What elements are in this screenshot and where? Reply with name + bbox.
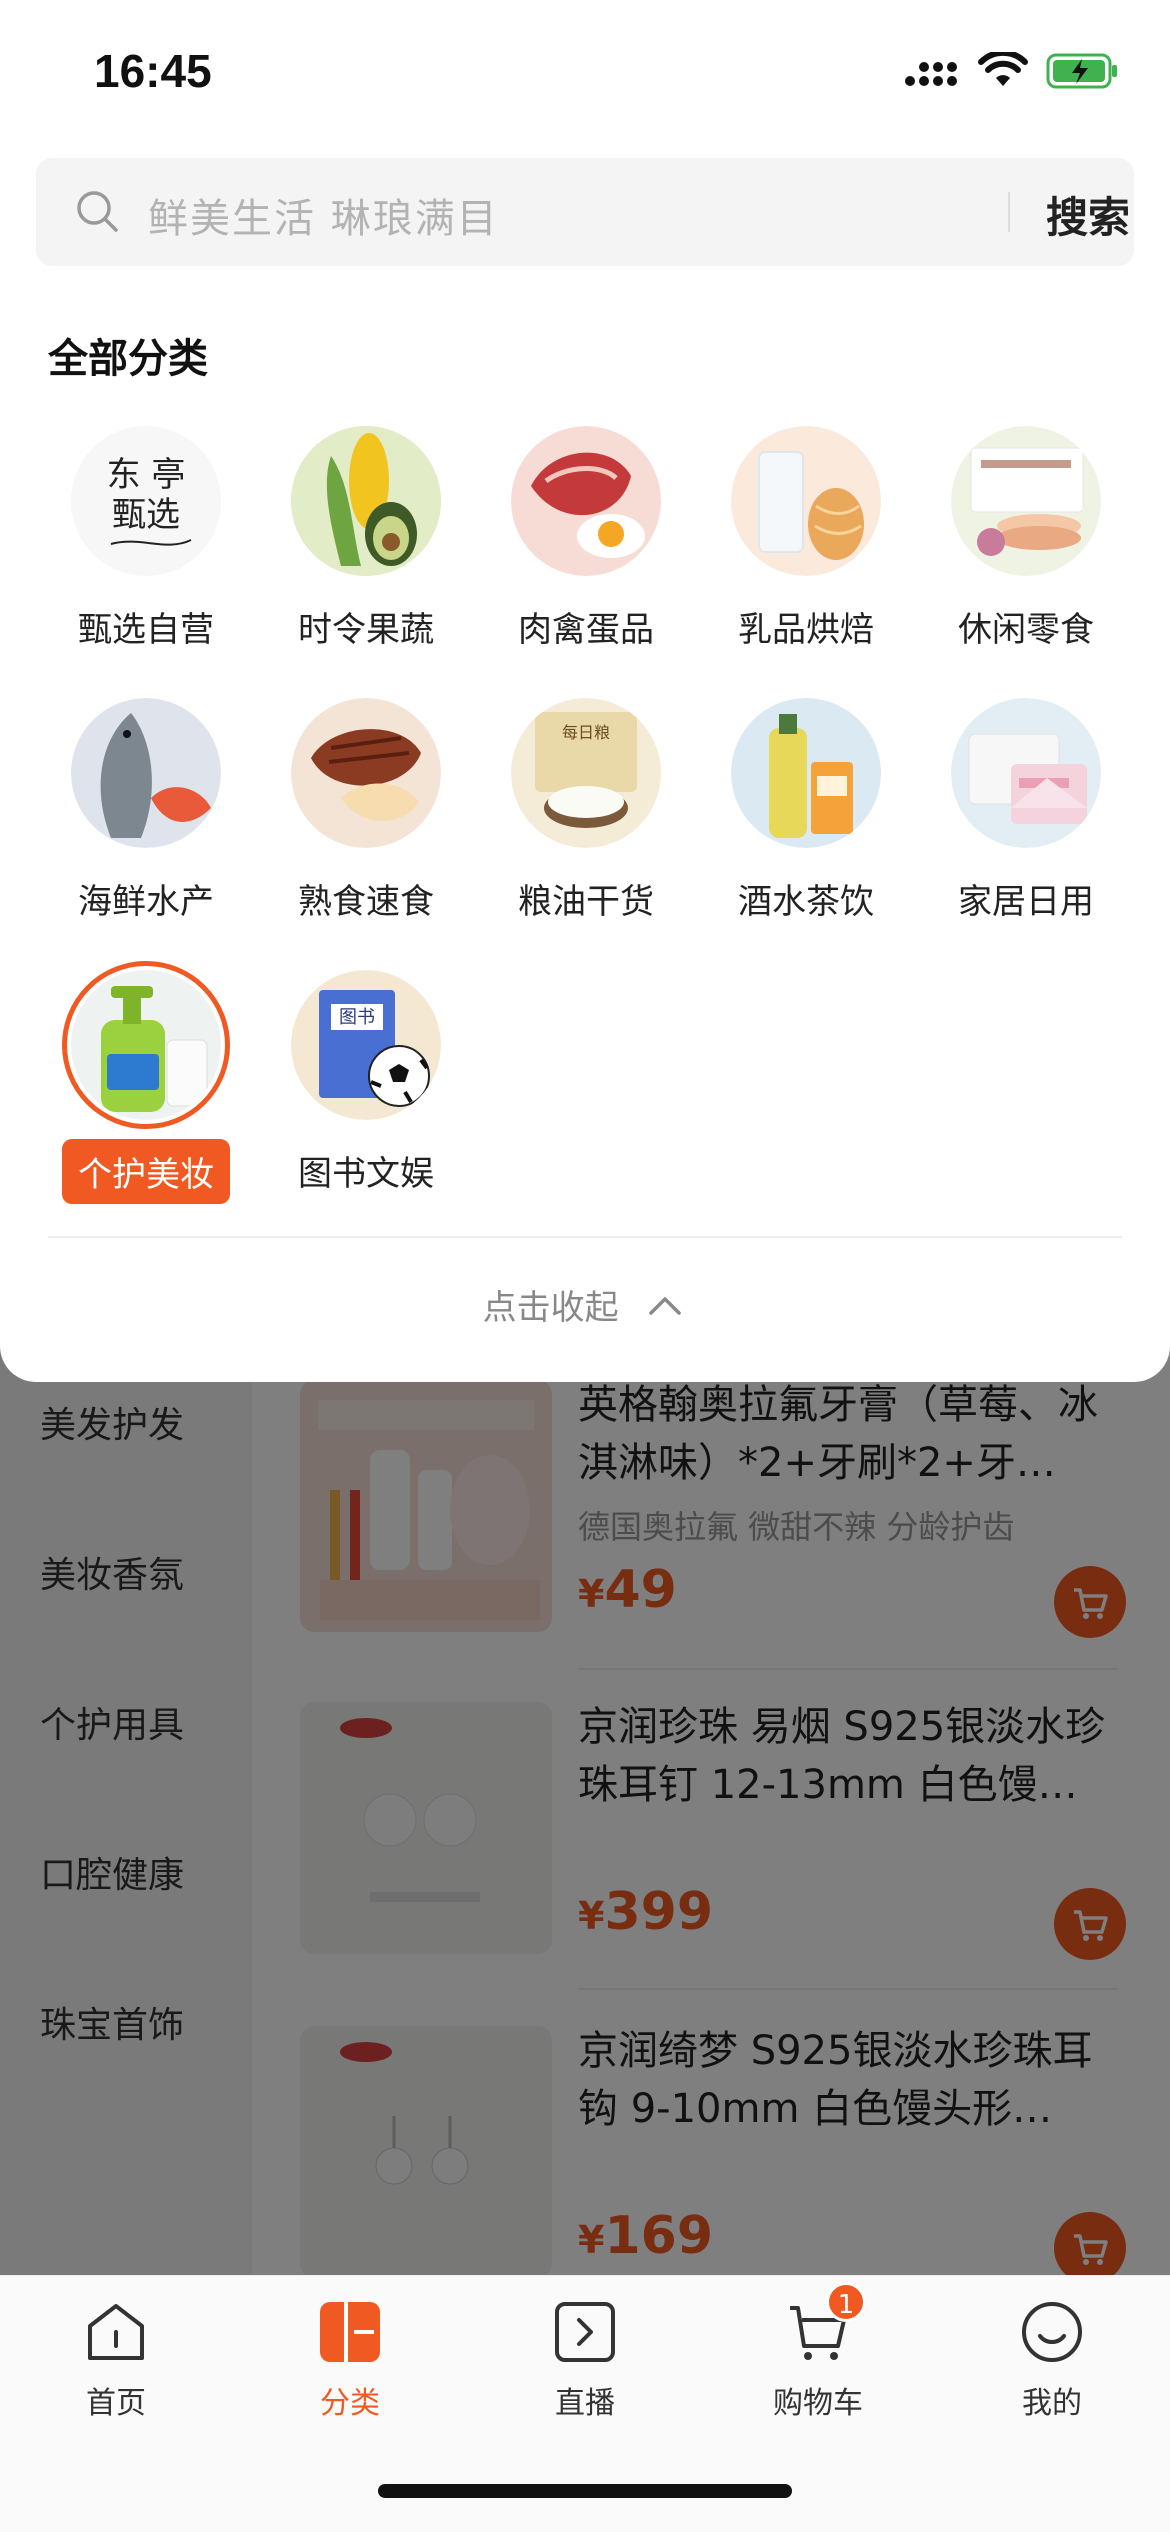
category-label: 酒水茶饮 xyxy=(738,882,874,922)
category-label: 图书文娱 xyxy=(298,1154,434,1194)
category-label: 时令果蔬 xyxy=(298,610,434,650)
tab-home[interactable]: 首页 xyxy=(36,2296,196,2422)
category-item[interactable]: 熟食速食 xyxy=(266,698,466,923)
tab-label: 首页 xyxy=(86,2386,146,2421)
svg-text:每日粮: 每日粮 xyxy=(562,723,610,742)
selected-ring xyxy=(62,961,230,1129)
category-label: 家居日用 xyxy=(958,882,1094,922)
profile-smile-icon xyxy=(1016,2296,1088,2368)
shampoo-bottle-icon xyxy=(71,970,221,1120)
snack-box-icon xyxy=(951,426,1101,576)
cart-icon: 1 xyxy=(782,2282,866,2368)
search-icon xyxy=(77,191,118,232)
category-label: 甄选自营 xyxy=(78,610,214,650)
category-item[interactable]: 肉禽蛋品 xyxy=(486,426,686,651)
category-item[interactable]: 海鲜水产 xyxy=(46,698,246,923)
category-label: 肉禽蛋品 xyxy=(518,610,654,650)
category-label: 粮油干货 xyxy=(518,882,654,922)
search-input[interactable]: 鲜美生活 琳琅满目 xyxy=(148,186,499,244)
meat-egg-icon xyxy=(511,426,661,576)
category-label: 乳品烘焙 xyxy=(738,610,874,650)
category-item-selected[interactable]: 个护美妆 xyxy=(46,961,246,1204)
drinks-icon xyxy=(731,698,881,848)
brand-logo-icon: 东 亭 甄选 xyxy=(71,426,221,576)
svg-text:图书: 图书 xyxy=(339,1007,375,1028)
home-indicator xyxy=(378,2484,792,2498)
chevron-up-icon xyxy=(649,1296,682,1315)
category-item[interactable]: 休闲零食 xyxy=(926,426,1126,651)
tab-label: 购物车 xyxy=(773,2386,863,2421)
category-label: 休闲零食 xyxy=(958,610,1094,650)
cart-badge: 1 xyxy=(826,2282,866,2322)
collapse-button[interactable]: 点击收起 xyxy=(0,1280,1170,1329)
tab-label: 我的 xyxy=(1022,2386,1082,2421)
book-football-icon: 图书 xyxy=(291,970,441,1120)
svg-text:东 亭: 东 亭 xyxy=(107,455,186,495)
corn-avocado-icon xyxy=(291,426,441,576)
tab-label: 直播 xyxy=(555,2386,615,2421)
category-label: 熟食速食 xyxy=(298,882,434,922)
tab-cart[interactable]: 1 购物车 xyxy=(738,2282,898,2422)
category-item[interactable]: 乳品烘焙 xyxy=(706,426,906,651)
category-dropdown-sheet: 16:45 鲜美生活 琳琅满目 搜索 全部分类 东 亭 甄选 甄选自营 时令果蔬… xyxy=(0,0,1170,1382)
status-icons xyxy=(904,52,1120,90)
category-item[interactable]: 每日粮 粮油干货 xyxy=(486,698,686,923)
category-label: 海鲜水产 xyxy=(78,882,214,922)
svg-text:甄选: 甄选 xyxy=(112,495,180,535)
category-icon xyxy=(314,2296,386,2368)
category-item[interactable]: 家居日用 xyxy=(926,698,1126,923)
section-title: 全部分类 xyxy=(48,336,208,382)
steak-dumpling-icon xyxy=(291,698,441,848)
collapse-label: 点击收起 xyxy=(482,1288,619,1328)
tab-category[interactable]: 分类 xyxy=(270,2296,430,2422)
battery-charging-icon xyxy=(1046,53,1117,89)
signal-icon xyxy=(905,62,957,86)
search-separator xyxy=(1008,192,1010,232)
tissue-icon xyxy=(951,698,1101,848)
category-item[interactable]: 时令果蔬 xyxy=(266,426,466,651)
category-item[interactable]: 酒水茶饮 xyxy=(706,698,906,923)
wifi-icon xyxy=(978,52,1028,86)
category-item[interactable]: 图书 图书文娱 xyxy=(266,970,466,1195)
milk-bread-icon xyxy=(731,426,881,576)
tab-profile[interactable]: 我的 xyxy=(972,2296,1132,2422)
category-item[interactable]: 东 亭 甄选 甄选自营 xyxy=(46,426,246,651)
search-bar[interactable]: 鲜美生活 琳琅满目 搜索 xyxy=(36,158,1134,266)
tab-live[interactable]: 直播 xyxy=(505,2296,665,2422)
rice-bag-icon: 每日粮 xyxy=(511,698,661,848)
divider xyxy=(48,1236,1122,1238)
search-button[interactable]: 搜索 xyxy=(1046,184,1130,245)
tab-label: 分类 xyxy=(320,2386,380,2421)
home-icon xyxy=(80,2296,152,2368)
fish-shrimp-icon xyxy=(71,698,221,848)
status-time: 16:45 xyxy=(94,45,212,97)
live-play-icon xyxy=(549,2296,621,2368)
category-label: 个护美妆 xyxy=(62,1139,230,1204)
